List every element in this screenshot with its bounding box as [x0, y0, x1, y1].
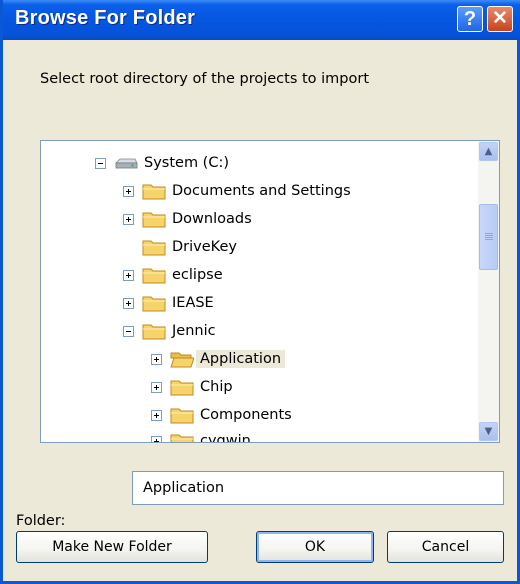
scroll-down-icon[interactable]: ▼: [479, 422, 498, 441]
ok-button[interactable]: OK: [256, 531, 374, 563]
collapse-icon[interactable]: [123, 325, 134, 337]
make-new-folder-button[interactable]: Make New Folder: [16, 531, 208, 563]
folder-icon: [170, 408, 194, 424]
expand-icon[interactable]: [123, 297, 134, 309]
folder-icon: [142, 212, 166, 228]
folder-icon: [142, 240, 166, 256]
folder-field-label: Folder:: [16, 513, 66, 529]
expand-icon[interactable]: [123, 213, 134, 225]
grip-icon: [485, 233, 493, 241]
tree-item-label: DriveKey: [172, 239, 237, 255]
expand-icon[interactable]: [123, 269, 134, 281]
folder-icon: [142, 268, 166, 284]
tree-item-system-c[interactable]: System (C:): [95, 151, 233, 175]
dialog-prompt: Select root directory of the projects to…: [40, 71, 370, 87]
title-bar[interactable]: Browse For Folder ? ✕: [3, 0, 520, 40]
expand-icon[interactable]: [151, 381, 162, 393]
help-button[interactable]: ?: [457, 6, 483, 32]
tree-item-jennic[interactable]: Jennic: [123, 319, 220, 343]
tree-item-components[interactable]: Components: [151, 403, 296, 427]
folder-icon: [142, 184, 166, 200]
tree-item-label: Downloads: [172, 211, 252, 227]
tree-item-label: Application: [196, 350, 286, 368]
scroll-thumb[interactable]: [479, 204, 498, 270]
folder-tree[interactable]: System (C:) Documents and Settings Downl…: [40, 140, 500, 443]
window-title: Browse For Folder: [15, 7, 196, 29]
drive-icon: [115, 158, 138, 169]
folder-icon: [142, 324, 166, 340]
scroll-up-icon[interactable]: ▲: [479, 142, 498, 161]
tree-item-cygwin[interactable]: cygwin: [151, 429, 255, 443]
tree-item-eclipse[interactable]: eclipse: [123, 263, 227, 287]
tree-item-chip[interactable]: Chip: [151, 375, 237, 399]
tree-item-iease[interactable]: IEASE: [123, 291, 218, 315]
expand-icon[interactable]: [151, 353, 162, 365]
tree-item-drivekey[interactable]: DriveKey: [123, 235, 241, 259]
tree-item-label: eclipse: [172, 267, 223, 283]
folder-icon: [142, 296, 166, 312]
folder-icon: [170, 434, 194, 442]
close-button[interactable]: ✕: [487, 6, 513, 32]
expand-icon[interactable]: [123, 185, 134, 197]
tree-item-label: Jennic: [172, 323, 216, 339]
tree-item-label: cygwin: [200, 433, 251, 443]
tree-item-label: Components: [200, 407, 292, 423]
tree-item-documents-and-settings[interactable]: Documents and Settings: [123, 179, 355, 203]
expand-icon[interactable]: [151, 409, 162, 421]
collapse-icon[interactable]: [95, 157, 106, 169]
tree-item-label: IEASE: [172, 295, 214, 311]
open-folder-icon: [170, 352, 194, 368]
tree-item-label: Chip: [200, 379, 233, 395]
tree-item-downloads[interactable]: Downloads: [123, 207, 256, 231]
tree-item-label: System (C:): [144, 155, 230, 171]
browse-for-folder-dialog: Browse For Folder ? ✕ Select root direct…: [0, 0, 520, 584]
cancel-button[interactable]: Cancel: [387, 531, 504, 563]
tree-item-application[interactable]: Application: [151, 347, 286, 371]
vertical-scrollbar[interactable]: ▲ ▼: [478, 141, 499, 442]
folder-input[interactable]: [132, 471, 504, 505]
tree-item-label: Documents and Settings: [172, 183, 351, 199]
folder-icon: [170, 380, 194, 396]
expand-icon[interactable]: [151, 435, 162, 442]
